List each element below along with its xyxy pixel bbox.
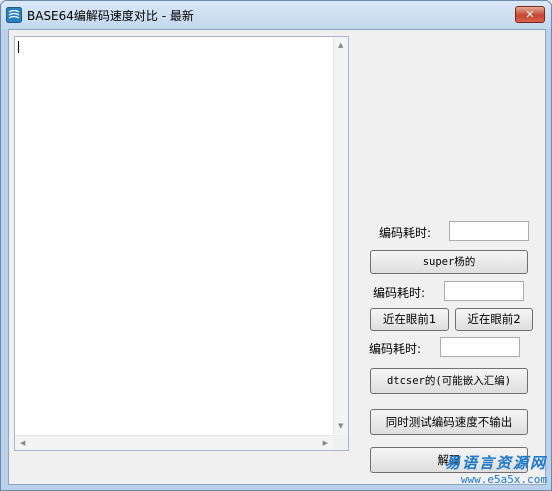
dtcser-button[interactable]: dtcser的(可能嵌入汇编): [370, 368, 528, 394]
vertical-scrollbar[interactable]: ▲ ▼: [333, 37, 348, 435]
watermark: 易语言资源网 www.e5a5x.com: [427, 452, 547, 486]
near-eyes-1-button[interactable]: 近在眼前1: [370, 308, 449, 331]
text-caret: [18, 41, 19, 53]
encode-time-field-2[interactable]: [444, 281, 524, 301]
encode-time-field-3[interactable]: [440, 337, 520, 357]
encode-time-label-2: 编码耗时:: [373, 286, 426, 300]
encode-time-label-3: 编码耗时:: [369, 342, 422, 356]
watermark-url: www.e5a5x.com: [460, 473, 547, 486]
encode-time-label-1: 编码耗时:: [379, 226, 432, 240]
scrollbar-corner: [333, 435, 348, 450]
app-window: BASE64编解码速度对比 - 最新 ✕ ▲ ▼ ◀ ▶ 编码耗时: super…: [0, 0, 552, 491]
watermark-title: 易语言资源网: [444, 454, 547, 472]
app-icon: [6, 7, 22, 23]
encode-time-field-1[interactable]: [449, 221, 529, 241]
near-eyes-2-button[interactable]: 近在眼前2: [455, 308, 533, 331]
output-textarea[interactable]: ▲ ▼ ◀ ▶: [14, 36, 349, 451]
client-area: ▲ ▼ ◀ ▶ 编码耗时: super杨的 编码耗时: 近在眼前1 近在眼前2 …: [8, 29, 546, 485]
close-icon: ✕: [525, 8, 535, 21]
window-title: BASE64编解码速度对比 - 最新: [27, 9, 194, 23]
title-bar[interactable]: BASE64编解码速度对比 - 最新 ✕: [1, 1, 551, 29]
test-no-output-button[interactable]: 同时测试编码速度不输出: [370, 409, 528, 435]
close-button[interactable]: ✕: [515, 6, 545, 23]
scroll-down-icon[interactable]: ▼: [338, 423, 343, 430]
scroll-left-icon[interactable]: ◀: [20, 440, 25, 447]
horizontal-scrollbar[interactable]: ◀ ▶: [15, 435, 333, 450]
scroll-up-icon[interactable]: ▲: [338, 42, 343, 49]
superyang-button[interactable]: super杨的: [370, 250, 528, 274]
scroll-right-icon[interactable]: ▶: [323, 440, 328, 447]
